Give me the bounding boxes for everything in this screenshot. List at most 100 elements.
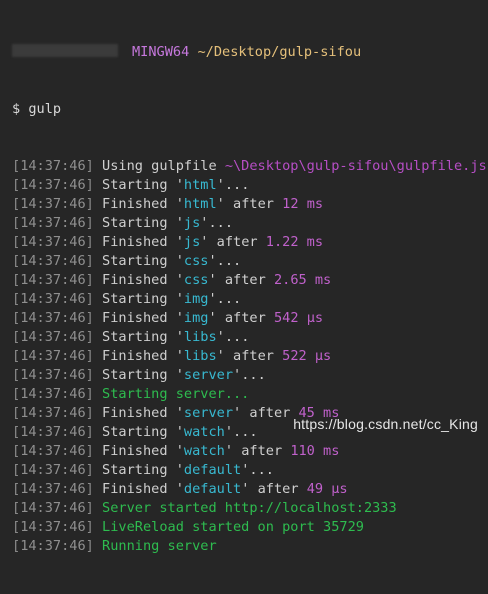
timestamp-close-bracket: ] bbox=[85, 519, 103, 535]
after-word: after bbox=[241, 443, 283, 459]
log-line-starting-task: [14:37:46] Starting 'img'... bbox=[12, 290, 488, 309]
starting-word: Starting bbox=[102, 253, 168, 269]
timestamp-open-bracket: [ bbox=[12, 215, 21, 231]
quote: ' bbox=[208, 291, 217, 307]
timestamp: 14:37:46 bbox=[20, 310, 86, 326]
ellipsis: ... bbox=[224, 177, 250, 193]
server-message: Server started http://localhost:2333 bbox=[102, 500, 397, 516]
shell-label: MINGW64 bbox=[132, 44, 190, 60]
timestamp-close-bracket: ] bbox=[85, 253, 103, 269]
quote: ' bbox=[216, 177, 225, 193]
timestamp: 14:37:46 bbox=[20, 215, 86, 231]
log-line-starting-task: [14:37:46] Starting 'html'... bbox=[12, 176, 488, 195]
timestamp: 14:37:46 bbox=[20, 253, 86, 269]
log-line-finished-task: [14:37:46] Finished 'default' after 49 μ… bbox=[12, 480, 488, 499]
task-name: js bbox=[183, 234, 201, 250]
redacted-username bbox=[12, 44, 118, 57]
timestamp-close-bracket: ] bbox=[85, 158, 103, 174]
quote: ' bbox=[208, 310, 225, 326]
timestamp-open-bracket: [ bbox=[12, 424, 21, 440]
timestamp: 14:37:46 bbox=[20, 158, 86, 174]
task-name: default bbox=[183, 462, 242, 478]
timestamp: 14:37:46 bbox=[20, 367, 86, 383]
finished-word: Finished bbox=[102, 481, 168, 497]
timestamp: 14:37:46 bbox=[20, 291, 86, 307]
task-duration: 542 μs bbox=[273, 310, 324, 326]
task-name: server bbox=[183, 405, 234, 421]
quote: ' bbox=[224, 443, 242, 459]
quote: ' bbox=[241, 481, 258, 497]
log-line-starting-task: [14:37:46] Starting 'libs'... bbox=[12, 328, 488, 347]
task-name: css bbox=[183, 272, 209, 288]
log-line-finished-task: [14:37:46] Finished 'css' after 2.65 ms bbox=[12, 271, 488, 290]
log-line-finished-task: [14:37:46] Finished 'img' after 542 μs bbox=[12, 309, 488, 328]
timestamp: 14:37:46 bbox=[20, 481, 86, 497]
task-name: css bbox=[183, 253, 209, 269]
task-name: default bbox=[183, 481, 242, 497]
log-line-starting-server-task: [14:37:46] Starting 'server'... bbox=[12, 366, 488, 385]
timestamp-open-bracket: [ bbox=[12, 177, 21, 193]
starting-word: Starting bbox=[102, 291, 168, 307]
timestamp-open-bracket: [ bbox=[12, 234, 21, 250]
starting-word: Starting bbox=[102, 177, 168, 193]
ellipsis: ... bbox=[216, 291, 242, 307]
task-name: img bbox=[183, 310, 209, 326]
task-name: html bbox=[183, 177, 217, 193]
timestamp-close-bracket: ] bbox=[85, 367, 103, 383]
server-message: LiveReload started on port 35729 bbox=[102, 519, 364, 535]
task-duration: 1.22 ms bbox=[265, 234, 324, 250]
timestamp-close-bracket: ] bbox=[85, 386, 103, 402]
timestamp: 14:37:46 bbox=[20, 443, 86, 459]
timestamp-open-bracket: [ bbox=[12, 481, 21, 497]
after-word: after bbox=[216, 234, 258, 250]
ellipsis: ... bbox=[208, 215, 234, 231]
quote: ' bbox=[208, 253, 217, 269]
after-word: after bbox=[233, 348, 274, 364]
task-duration: 12 ms bbox=[282, 196, 324, 212]
timestamp-open-bracket: [ bbox=[12, 500, 21, 516]
timestamp-close-bracket: ] bbox=[85, 500, 103, 516]
task-name: watch bbox=[183, 424, 225, 440]
finished-word: Finished bbox=[102, 310, 168, 326]
starting-word: Starting bbox=[102, 215, 168, 231]
ellipsis: ... bbox=[216, 253, 242, 269]
timestamp-close-bracket: ] bbox=[85, 177, 103, 193]
log-line-starting-task: [14:37:46] Starting 'js'... bbox=[12, 214, 488, 233]
task-name: html bbox=[183, 196, 217, 212]
timestamp-close-bracket: ] bbox=[85, 196, 103, 212]
timestamp-close-bracket: ] bbox=[85, 443, 103, 459]
quote: ' bbox=[167, 234, 184, 250]
log-line-livereload: [14:37:46] LiveReload started on port 35… bbox=[12, 518, 488, 537]
current-directory: ~/Desktop/gulp-sifou bbox=[197, 44, 362, 60]
quote: ' bbox=[233, 405, 250, 421]
timestamp-close-bracket: ] bbox=[85, 348, 103, 364]
timestamp-open-bracket: [ bbox=[12, 519, 21, 535]
timestamp-close-bracket: ] bbox=[85, 462, 103, 478]
timestamp-open-bracket: [ bbox=[12, 272, 21, 288]
log-line-running-server: [14:37:46] Running server bbox=[12, 537, 488, 556]
timestamp: 14:37:46 bbox=[20, 462, 86, 478]
task-duration: 49 μs bbox=[306, 481, 348, 497]
timestamp-close-bracket: ] bbox=[85, 310, 103, 326]
task-name: server bbox=[183, 367, 234, 383]
timestamp: 14:37:46 bbox=[20, 405, 86, 421]
timestamp-open-bracket: [ bbox=[12, 329, 21, 345]
watermark: https://blog.csdn.net/cc_King bbox=[293, 416, 478, 432]
timestamp-close-bracket: ] bbox=[85, 329, 103, 345]
terminal-window[interactable]: MINGW64 ~/Desktop/gulp-sifou $ gulp [14:… bbox=[0, 0, 488, 554]
log-line-finished-task: [14:37:46] Finished 'libs' after 522 μs bbox=[12, 347, 488, 366]
quote: ' bbox=[200, 234, 217, 250]
quote: ' bbox=[167, 215, 184, 231]
quote: ' bbox=[233, 367, 242, 383]
quote: ' bbox=[216, 196, 234, 212]
quote: ' bbox=[167, 310, 184, 326]
timestamp-open-bracket: [ bbox=[12, 367, 21, 383]
using-gulpfile-text: Using gulpfile bbox=[102, 158, 217, 174]
quote: ' bbox=[216, 329, 225, 345]
command-line: $ gulp bbox=[12, 100, 488, 119]
quote: ' bbox=[167, 348, 184, 364]
quote: ' bbox=[241, 462, 250, 478]
quote: ' bbox=[167, 329, 184, 345]
terminal-header-line: MINGW64 ~/Desktop/gulp-sifou bbox=[12, 43, 488, 62]
task-duration: 522 μs bbox=[282, 348, 332, 364]
